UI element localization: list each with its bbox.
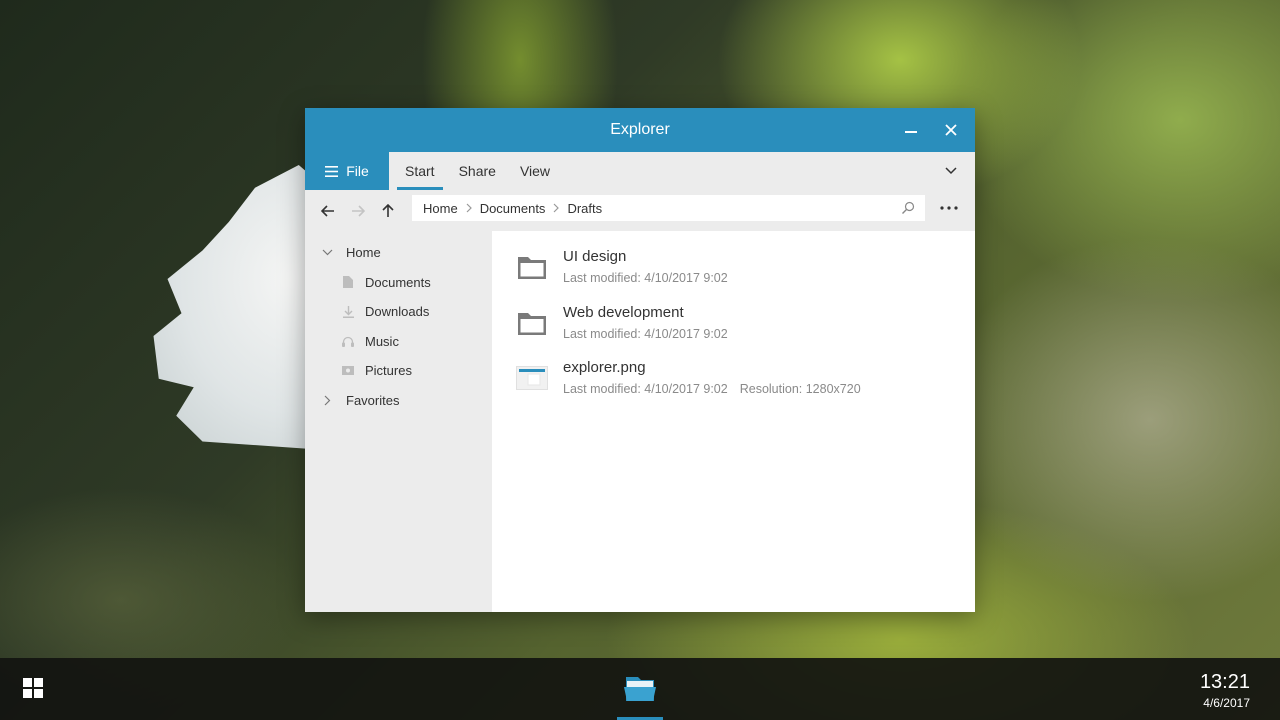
sidebar: Home Documents Downloads Music Pictures … — [305, 231, 492, 612]
sidebar-item-label: Home — [346, 245, 381, 261]
explorer-window: Explorer File Start Share View Home Docu… — [305, 108, 975, 612]
sidebar-item-downloads[interactable]: Downloads — [305, 297, 492, 327]
picture-icon — [341, 364, 355, 378]
clock-time: 13:21 — [1199, 671, 1250, 693]
start-button[interactable] — [23, 678, 43, 698]
file-modified: Last modified: 4/10/2017 9:02 — [563, 326, 728, 341]
menu-icon — [325, 165, 339, 177]
file-name: UI design — [563, 248, 627, 265]
taskbar: 13:21 4/6/2017 — [0, 658, 1280, 720]
tab-share-label: Share — [458, 163, 496, 179]
file-list: UI design Last modified: 4/10/2017 9:02 … — [492, 231, 975, 612]
system-clock[interactable]: 13:21 4/6/2017 — [1200, 670, 1250, 711]
file-menu-label: File — [346, 163, 369, 179]
sidebar-item-label: Pictures — [365, 363, 412, 379]
file-modified: Last modified: 4/10/2017 9:02 — [563, 382, 728, 396]
file-meta: Last modified: 4/10/2017 9:02 — [563, 325, 728, 343]
wallpaper-flower — [153, 165, 325, 450]
window-title: Explorer — [610, 121, 670, 138]
close-icon — [945, 124, 957, 136]
folder-icon — [516, 251, 548, 283]
sidebar-item-music[interactable]: Music — [305, 327, 492, 357]
taskbar-explorer-button[interactable] — [617, 658, 663, 720]
file-menu-button[interactable]: File — [305, 152, 389, 190]
headphones-icon — [341, 334, 355, 348]
up-button[interactable] — [373, 196, 403, 226]
more-options-button[interactable] — [937, 195, 961, 221]
search-icon[interactable] — [901, 201, 915, 215]
file-name: Web development — [563, 303, 684, 321]
folder-icon — [516, 307, 548, 339]
address-bar[interactable]: Home Documents Drafts — [412, 195, 925, 221]
tab-view[interactable]: View — [512, 152, 558, 190]
minimize-button[interactable] — [891, 108, 931, 152]
sidebar-item-favorites[interactable]: Favorites — [305, 386, 492, 416]
image-file-icon — [516, 362, 548, 394]
arrow-left-icon — [321, 204, 334, 217]
back-button[interactable] — [313, 196, 343, 226]
tab-share[interactable]: Share — [451, 152, 504, 190]
sidebar-item-label: Favorites — [346, 392, 400, 408]
breadcrumb-documents[interactable]: Documents — [480, 201, 546, 216]
ribbon-expand-button[interactable] — [939, 152, 963, 190]
clock-date: 4/6/2017 — [1203, 696, 1250, 710]
sidebar-item-label: Documents — [365, 274, 431, 290]
chevron-right-icon — [466, 203, 472, 213]
file-modified: Last modified: 4/10/2017 9:02 — [563, 271, 728, 285]
folder-icon — [624, 677, 656, 701]
arrow-right-icon — [352, 204, 365, 217]
file-resolution: Resolution: 1280x720 — [739, 382, 861, 396]
close-button[interactable] — [931, 108, 971, 152]
file-item-ui-design[interactable]: UI design Last modified: 4/10/2017 9:02 — [492, 247, 975, 303]
content-area: Home Documents Downloads Music Pictures … — [305, 231, 975, 612]
ribbon: File Start Share View — [305, 152, 975, 190]
file-name: explorer.png — [563, 359, 646, 376]
forward-button[interactable] — [343, 196, 373, 226]
minimize-icon — [905, 131, 917, 133]
chevron-right-icon[interactable] — [320, 393, 334, 407]
tab-start-label: Start — [405, 163, 435, 179]
download-icon — [341, 305, 355, 319]
breadcrumb-drafts[interactable]: Drafts — [567, 201, 602, 216]
title-bar[interactable]: Explorer — [305, 108, 975, 152]
sidebar-item-home[interactable]: Home — [305, 238, 492, 268]
file-item-explorer-png[interactable]: explorer.png Last modified: 4/10/2017 9:… — [492, 358, 975, 414]
navigation-bar: Home Documents Drafts — [305, 190, 975, 231]
file-meta: Last modified: 4/10/2017 9:02 — [563, 269, 728, 287]
arrow-up-icon — [382, 203, 394, 217]
tab-view-label: View — [519, 163, 551, 179]
chevron-down-icon — [945, 167, 957, 175]
sidebar-item-label: Downloads — [365, 304, 430, 320]
sidebar-item-pictures[interactable]: Pictures — [305, 356, 492, 386]
file-item-web-development[interactable]: Web development Last modified: 4/10/2017… — [492, 303, 975, 359]
more-dots-icon — [940, 206, 958, 210]
sidebar-item-label: Music — [365, 333, 399, 349]
breadcrumb-home[interactable]: Home — [423, 201, 458, 216]
file-meta: Last modified: 4/10/2017 9:02 Resolution:… — [563, 380, 861, 398]
sidebar-item-documents[interactable]: Documents — [305, 268, 492, 298]
chevron-right-icon — [553, 203, 560, 213]
tab-start[interactable]: Start — [397, 152, 443, 190]
document-icon — [341, 275, 355, 289]
chevron-down-icon[interactable] — [320, 246, 334, 260]
